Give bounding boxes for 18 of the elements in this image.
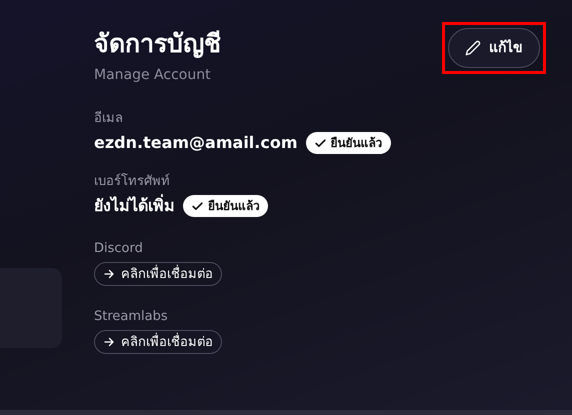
field-value: ยังไม่ได้เพิ่ม — [94, 194, 175, 218]
field-value: ezdn.team@amail.com — [94, 132, 298, 154]
connect-button[interactable]: คลิกเพื่อเชื่อมต่อ — [94, 330, 222, 354]
checkmark-icon — [314, 136, 327, 150]
field-label: เบอร์โทรศัพท์ — [94, 175, 171, 188]
badge-text: ยืนยันแล้ว — [208, 198, 260, 216]
edit-button[interactable]: แก้ไข — [448, 28, 540, 68]
pencil-icon — [465, 40, 481, 56]
field-label: Streamlabs — [94, 310, 169, 324]
arrow-right-icon — [103, 268, 115, 280]
badge-text: ยืนยันแล้ว — [330, 135, 383, 152]
page-title: จัดการบัญชี — [94, 28, 221, 60]
arrow-right-icon — [103, 336, 115, 348]
field-label: Discord — [94, 242, 144, 256]
checkmark-icon — [191, 200, 204, 213]
connect-button[interactable]: คลิกเพื่อเชื่อมต่อ — [94, 262, 222, 286]
page-subtitle: Manage Account — [94, 66, 212, 86]
field-label: อีเมล — [94, 112, 124, 126]
